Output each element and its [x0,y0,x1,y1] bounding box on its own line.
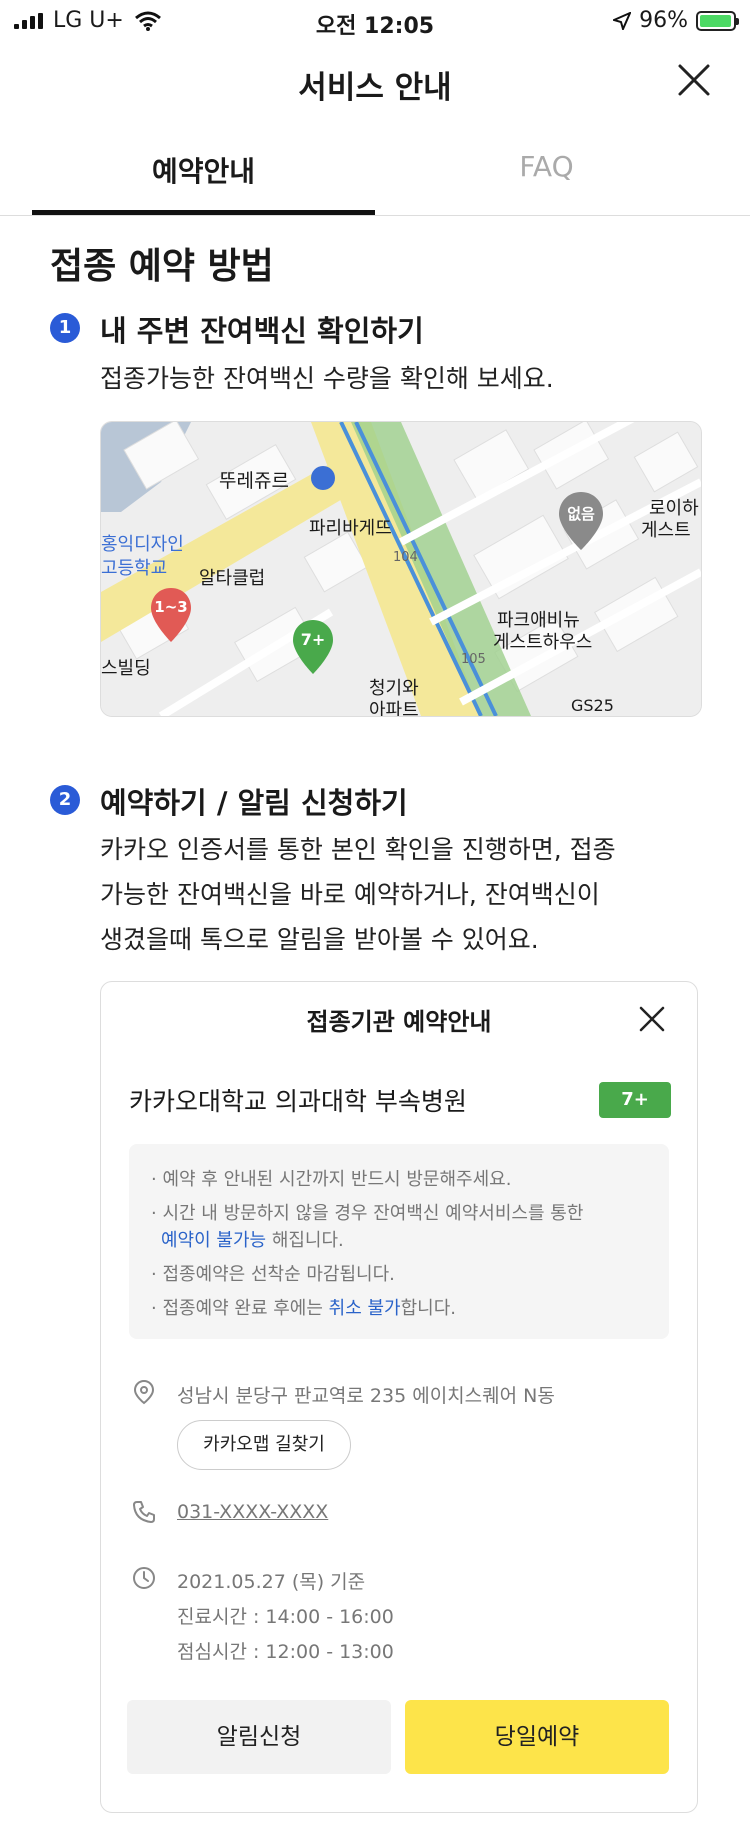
reserve-today-button[interactable]: 당일예약 [405,1700,669,1774]
active-tab-indicator [32,210,375,215]
notice-4-b: 합니다. [400,1298,457,1319]
kakaomap-route-button[interactable]: 카카오맵 길찾기 [177,1420,351,1470]
step-2-desc: 카카오 인증서를 통한 본인 확인을 진행하면, 접종 가능한 잔여백신을 바로… [100,827,720,962]
notice-2-line-1: · 시간 내 방문하지 않을 경우 잔여백신 예약서비스를 통한 [151,1203,584,1224]
step-2-title: 예약하기 / 알림 신청하기 [100,786,408,820]
step-1-title: 내 주변 잔여백신 확인하기 [100,314,424,348]
map-label-hongik-2: 고등학교 [101,558,168,579]
map-pin-gray-label: 없음 [567,505,595,523]
map-label-paris: 파리바게뜨 [309,518,392,539]
map-label-gs25: GS25 [571,696,614,715]
battery-percent: 96% [639,8,688,33]
map-label-park-2: 게스트하우스 [493,632,593,653]
bus-stop-icon [311,466,335,490]
step-2-desc-line-1: 카카오 인증서를 통한 본인 확인을 진행하면, 접종 [100,835,616,864]
map-road-104: 104 [393,550,418,565]
tab-faq[interactable]: FAQ [375,150,718,183]
notice-2-rest: 해집니다. [266,1230,344,1251]
page-title: 서비스 안내 [298,70,452,106]
map-road-105: 105 [461,652,486,667]
section-heading: 접종 예약 방법 [50,246,274,287]
notify-button[interactable]: 알림신청 [127,1700,391,1774]
phone-number-link[interactable]: 031-XXXX-XXXX [177,1501,328,1523]
tab-reservation-guide[interactable]: 예약안내 [32,150,375,190]
notice-highlight-no-cancel: 취소 불가 [328,1298,401,1319]
map-preview[interactable]: 뚜레쥬르 파리바게뜨 홍익디자인 고등학교 알타클럽 스빌딩 파크애비뉴 게스트… [100,421,702,717]
location-pin-icon [133,1379,155,1405]
step-1-badge: 1 [50,313,80,343]
date-text: 2021.05.27 (목) 기준 [177,1571,366,1593]
map-label-building: 스빌딩 [101,658,151,679]
notice-highlight-unavailable: 예약이 불가능 [161,1230,267,1251]
close-icon[interactable] [676,62,712,98]
notice-4-a: · 접종예약 완료 후에는 [151,1298,329,1319]
tab-bar: 예약안내 FAQ [0,150,750,216]
reservation-card-preview: 접종기관 예약안내 카카오대학교 의과대학 부속병원 7+ · 예약 후 안내된… [100,981,698,1813]
battery-icon [696,10,739,31]
map-pin-green-label: 7+ [300,630,326,649]
map-label-hongik-1: 홍익디자인 [101,534,184,555]
map-label-roi-2: 게스트 [641,520,691,541]
notice-4: · 접종예약 완료 후에는 취소 불가합니다. [151,1295,661,1322]
step-2-desc-line-2: 가능한 잔여백신을 바로 예약하거나, 잔여백신이 [100,880,600,909]
map-pin-green[interactable]: 7+ [291,618,335,676]
step-2-desc-line-3: 생겼을때 톡으로 알림을 받아볼 수 있어요. [100,925,539,954]
map-graphic [101,422,701,716]
map-pin-gray[interactable]: 없음 [557,490,605,552]
notice-box: · 예약 후 안내된 시간까지 반드시 방문해주세요. · 시간 내 방문하지 … [129,1144,669,1339]
notice-3: · 접종예약은 선착순 마감됩니다. [151,1264,395,1285]
step-1-desc: 접종가능한 잔여백신 수량을 확인해 보세요. [100,364,554,393]
map-pin-red-label: 1~3 [154,598,188,616]
map-pin-red[interactable]: 1~3 [149,586,193,644]
map-label-tlj: 뚜레쥬르 [219,470,289,492]
clock-icon [133,1567,155,1589]
map-label-alta: 알타클럽 [199,568,266,589]
status-bar: LG U+ 오전 12:05 96% [0,0,750,44]
phone-icon [133,1501,155,1523]
location-arrow-icon [613,11,632,30]
vaccine-count-badge: 7+ [599,1082,671,1118]
lunch-text: 점심시간 : 12:00 - 13:00 [177,1641,394,1663]
address-text: 성남시 분당구 판교역로 235 에이치스퀘어 N동 [177,1385,555,1407]
notice-2-line-2: 예약이 불가능 해집니다. [161,1227,671,1254]
notice-1: · 예약 후 안내된 시간까지 반드시 방문해주세요. [151,1169,512,1190]
step-2-badge: 2 [50,785,80,815]
status-right: 96% [613,8,739,33]
hospital-name: 카카오대학교 의과대학 부속병원 [129,1087,467,1116]
map-label-chunggiwa-2: 아파트 [369,700,419,717]
close-icon[interactable] [637,1004,667,1034]
card-title: 접종기관 예약안내 [306,1008,492,1036]
hours-text: 진료시간 : 14:00 - 16:00 [177,1606,394,1628]
